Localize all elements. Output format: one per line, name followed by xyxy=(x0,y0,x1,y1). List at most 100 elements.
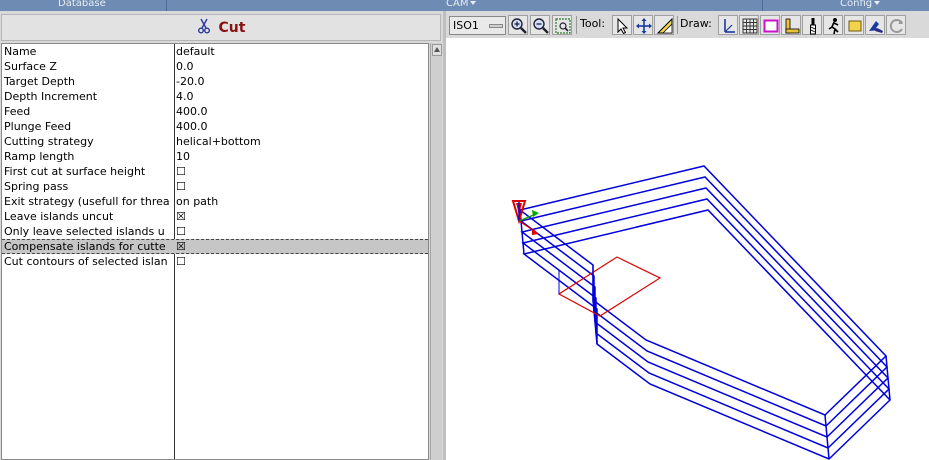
property-value[interactable]: -20.0 xyxy=(176,74,426,89)
zoom-in-button[interactable] xyxy=(508,15,528,35)
draw-tool-profile-button[interactable] xyxy=(802,15,822,35)
redraw-button[interactable] xyxy=(886,15,906,35)
toolpath-layer xyxy=(521,198,891,449)
property-value[interactable]: helical+bottom xyxy=(176,134,426,149)
property-value[interactable]: ☒ xyxy=(176,209,426,224)
scroll-up-icon[interactable] xyxy=(432,44,442,56)
property-name: First cut at surface height xyxy=(4,165,146,178)
toolpath-layer xyxy=(520,187,890,438)
draw-units-button[interactable] xyxy=(781,15,801,35)
select-arrow-icon xyxy=(617,17,629,35)
toolbar-separator xyxy=(576,16,577,34)
table-row[interactable]: Only leave selected islands u ☐ xyxy=(2,224,428,239)
properties-panel: Cut Name default Surface Z 0.0 Target Depth -… xyxy=(0,11,443,460)
property-value[interactable]: ☐ xyxy=(176,224,426,239)
zoom-out-button[interactable] xyxy=(530,15,550,35)
table-row[interactable]: Exit strategy (usefull for threa on path xyxy=(2,194,428,209)
ruler-icon xyxy=(656,17,673,34)
property-name: Exit strategy (usefull for threa xyxy=(4,195,170,208)
move-tool-button[interactable] xyxy=(633,15,653,35)
draw-axes-button[interactable] xyxy=(718,15,738,35)
zoom-fit-button[interactable] xyxy=(552,15,572,35)
grid-icon xyxy=(742,18,758,34)
draw-label: Draw: xyxy=(680,17,712,30)
cam-3d-viewport[interactable] xyxy=(446,38,929,460)
toolbar-separator xyxy=(677,16,678,34)
axes-icon xyxy=(724,19,735,33)
property-name: Depth Increment xyxy=(4,90,98,103)
table-row[interactable]: Ramp length 10 xyxy=(2,149,428,164)
panel-title: Cut xyxy=(218,19,246,36)
table-row[interactable]: Leave islands uncut ☒ xyxy=(2,209,428,224)
property-value[interactable]: 400.0 xyxy=(176,119,426,134)
units-icon xyxy=(785,18,800,34)
island-outline xyxy=(557,256,662,317)
app-window: Database CAM Config Cut Name default Surfa… xyxy=(0,0,929,460)
draw-camera-button[interactable] xyxy=(865,15,885,35)
property-name: Compensate islands for cutte xyxy=(4,240,166,253)
table-row[interactable]: Target Depth -20.0 xyxy=(2,74,428,89)
property-value[interactable]: 400.0 xyxy=(176,104,426,119)
property-value[interactable]: ☐ xyxy=(176,179,426,194)
table-row[interactable]: Plunge Feed 400.0 xyxy=(2,119,428,134)
run-icon xyxy=(828,18,839,35)
property-value[interactable]: default xyxy=(176,44,426,59)
scissors-icon xyxy=(197,18,211,37)
property-value[interactable]: ☐ xyxy=(176,164,426,179)
property-value[interactable]: on path xyxy=(176,194,426,209)
draw-run-button[interactable] xyxy=(823,15,843,35)
draw-margins-button[interactable] xyxy=(760,15,780,35)
table-row[interactable]: Cutting strategy helical+bottom xyxy=(2,134,428,149)
measure-tool-button[interactable] xyxy=(654,15,674,35)
property-name: Cutting strategy xyxy=(4,135,94,148)
property-value[interactable]: 4.0 xyxy=(176,89,426,104)
zoom-fit-icon xyxy=(555,18,571,34)
toolpath-layer xyxy=(519,176,889,427)
property-name: Plunge Feed xyxy=(4,120,72,133)
draw-grid-button[interactable] xyxy=(739,15,759,35)
toolpath-connector xyxy=(885,355,891,401)
property-value[interactable]: ☐ xyxy=(176,254,426,269)
property-name: Surface Z xyxy=(4,60,57,73)
menu-separator xyxy=(166,0,167,11)
view-select-value: ISO1 xyxy=(453,19,479,32)
property-value[interactable]: ☒ xyxy=(176,240,426,253)
camera-icon xyxy=(869,21,883,33)
table-row[interactable]: Spring pass ☐ xyxy=(2,179,428,194)
table-row[interactable]: Name default xyxy=(2,44,428,59)
properties-table: Name default Surface Z 0.0 Target Depth -20.0… xyxy=(1,43,429,460)
tool-label: Tool: xyxy=(580,17,606,30)
property-value[interactable]: 0.0 xyxy=(176,59,426,74)
toolpath-drawing xyxy=(511,165,892,460)
table-row[interactable]: Feed 400.0 xyxy=(2,104,428,119)
toolpath-layer xyxy=(522,209,892,460)
blank-icon xyxy=(848,20,862,32)
draw-blank-button[interactable] xyxy=(844,15,864,35)
properties-scrollbar[interactable] xyxy=(430,43,442,460)
table-row[interactable]: Surface Z 0.0 xyxy=(2,59,428,74)
tool-profile-icon xyxy=(810,18,816,35)
select-tool-button[interactable] xyxy=(612,15,632,35)
property-name: Feed xyxy=(4,105,31,118)
property-name: Name xyxy=(4,45,37,58)
panel-title-bar: Cut xyxy=(1,14,441,41)
chevron-down-icon xyxy=(874,1,881,5)
zoom-in-icon xyxy=(511,18,527,34)
refresh-icon xyxy=(889,19,903,33)
property-name: Cut contours of selected islan xyxy=(4,255,168,268)
margins-icon xyxy=(763,19,779,33)
table-row[interactable]: Cut contours of selected islan ☐ xyxy=(2,254,428,269)
menu-database[interactable]: Database xyxy=(58,0,106,10)
view-select[interactable]: ISO1 xyxy=(449,16,506,35)
table-row[interactable]: First cut at surface height ☐ xyxy=(2,164,428,179)
property-name: Ramp length xyxy=(4,150,75,163)
table-row[interactable]: Compensate islands for cutte ☒ xyxy=(2,239,428,254)
menu-bar: Database CAM Config xyxy=(0,0,929,11)
table-row[interactable]: Depth Increment 4.0 xyxy=(2,89,428,104)
menu-config[interactable]: Config xyxy=(840,0,881,10)
menu-cam[interactable]: CAM xyxy=(446,0,477,10)
property-name: Target Depth xyxy=(4,75,76,88)
property-value[interactable]: 10 xyxy=(176,149,426,164)
chevron-down-icon xyxy=(489,24,503,28)
view-toolbar: ISO1 Tool: Draw: xyxy=(446,11,929,38)
